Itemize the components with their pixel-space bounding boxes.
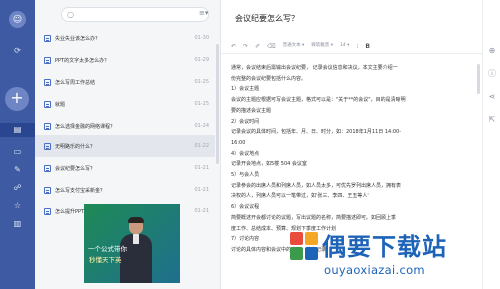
trash-icon[interactable]: ▥ <box>0 217 35 231</box>
note-title: 会议纪要怎么写？ <box>55 165 96 172</box>
tag-icon[interactable]: ✎ <box>0 163 35 177</box>
watermark-url: ouyaoxiazai.com <box>324 263 425 277</box>
note-icon <box>44 186 51 194</box>
body-line: 通常，会议结束后需输出会议纪要， 记录会议信息和决议，本文主要介绍一 <box>231 65 398 71</box>
body-line: 要的描述会议主题 <box>231 107 272 114</box>
font-size-select[interactable]: 14 ▾ <box>340 44 349 49</box>
note-date: 01-25 <box>194 101 209 107</box>
watermark-logo <box>290 232 318 260</box>
note-date: 01-21 <box>194 208 209 214</box>
note-title: 怎么写支付宝采新金？ <box>55 187 106 194</box>
note-title: 失业失业该怎么办？ <box>55 35 101 42</box>
attachment-icon[interactable]: ⊕ <box>483 47 500 55</box>
add-note-button[interactable]: + <box>5 87 29 111</box>
editor-scrollbar[interactable] <box>477 64 480 94</box>
watermark-brand: 偶要下载站 <box>322 233 447 261</box>
note-date: 01-30 <box>194 35 209 41</box>
info-icon[interactable]: ⓘ <box>483 70 500 78</box>
note-icon <box>44 56 51 64</box>
list-item[interactable]: 怎么写支付宝采新金？ 01-21 <box>35 179 215 201</box>
note-date: 01-24 <box>194 123 209 129</box>
body-line: 1）会议主题 <box>231 86 260 93</box>
search-icon: ○ <box>67 10 74 19</box>
avatar[interactable]: ☺ <box>9 11 26 28</box>
ad-banner[interactable]: 一个公式带你 秒懂天下英 <box>84 204 180 283</box>
body-line: 简要概述开会都讨论的议题，写出议题的名称，简要描述即可。如回顾上季 <box>231 214 397 221</box>
body-line: 5）与会人员 <box>231 172 260 179</box>
search-input[interactable]: ○ <box>61 7 209 22</box>
share-icon[interactable]: ⋖ <box>483 93 500 101</box>
body-line: 记录开会地点，如5楼 504 会议室 <box>231 161 307 168</box>
sync-icon[interactable]: ⟳ <box>0 44 35 58</box>
site-watermark: 偶要下载站 ouyaoxiazai.com <box>290 227 500 289</box>
body-line: 6）会议议程 <box>231 204 260 211</box>
note-icon <box>44 100 51 108</box>
list-item[interactable]: 就题 01-25 <box>35 93 215 115</box>
bold-button[interactable]: B <box>365 43 370 50</box>
body-line: 会议的主题应根据可写会议主题，格式可以是："关于**的会议"，目的是清晰明 <box>231 97 406 104</box>
body-line: 2）会议时间 <box>231 118 260 125</box>
editor-toolbar: ↶ ↷ ✐ ⌫ 普通文本 ▾ 微软雅黑 ▾ 14 ▾ ⁝ B <box>221 40 482 54</box>
share-icon[interactable]: ☍ <box>0 181 35 195</box>
note-date: 01-21 <box>194 187 209 193</box>
body-line: 16:00 <box>231 139 246 146</box>
note-icon <box>44 142 51 150</box>
note-icon <box>44 164 51 172</box>
font-family-select[interactable]: 微软雅黑 ▾ <box>311 44 333 49</box>
notes-icon[interactable]: ▤ <box>0 123 35 137</box>
body-line: 决权的人，列席人员可以一笔带过，如'张三、李四、王五等人' <box>231 193 369 200</box>
format-brush-icon[interactable]: ✐ <box>255 43 260 50</box>
body-line: 记录参会的出席人员和列席人员，如人员太多，可优先罗列出席人员，拥有表 <box>231 182 402 189</box>
left-rail: ☺ ⟳ + ▤ ▭ ✎ ☍ ☆ ▥ <box>0 0 35 289</box>
star-icon[interactable]: ☆ <box>0 199 35 213</box>
clear-format-icon[interactable]: ⌫ <box>267 43 275 50</box>
note-title: PPT的文字太多怎么办？ <box>55 57 110 64</box>
list-item[interactable]: 会议纪要怎么写？ 01-21 <box>35 157 215 179</box>
note-icon <box>44 207 51 215</box>
redo-icon[interactable]: ↷ <box>243 43 248 50</box>
list-item[interactable]: 怎么写周工作总结 01-25 <box>35 71 215 93</box>
list-item[interactable]: 怎么选择金融的网络课程？ 01-24 <box>35 115 215 137</box>
body-line: 记录会议的具体时间，包括年、月、日、时分，如：2018年1月11日 14:00- <box>231 129 402 136</box>
body-line: 4）会议地点 <box>231 150 260 157</box>
note-date: 01-25 <box>194 79 209 85</box>
sort-menu-icon[interactable]: ≡▾ <box>199 9 217 19</box>
list-item-selected[interactable]: 无明路乐的什么？ 01-22 <box>35 135 215 157</box>
note-icon <box>44 78 51 86</box>
undo-icon[interactable]: ↶ <box>231 43 236 50</box>
note-title: 怎么选择金融的网络课程？ <box>55 123 116 130</box>
note-title: 无明路乐的什么？ <box>55 143 96 150</box>
note-title: 怎么写周工作总结 <box>55 79 96 86</box>
list-item[interactable]: 失业失业该怎么办？ 01-30 <box>35 27 215 49</box>
folder-icon[interactable]: ▭ <box>0 145 35 159</box>
note-title-heading[interactable]: 会议纪要怎么写？ <box>235 13 299 24</box>
body-line: 份完整的会议纪要包括什么内容。 <box>231 75 307 82</box>
note-title: 就题 <box>55 101 66 108</box>
ad-caption-line2: 秒懂天下英 <box>89 256 122 264</box>
note-date: 01-21 <box>194 165 209 171</box>
note-date: 01-22 <box>194 143 209 149</box>
ad-caption-line1: 一个公式带你 <box>88 245 127 253</box>
export-icon[interactable]: ⇱ <box>483 116 500 124</box>
list-scrollbar[interactable] <box>216 44 219 164</box>
note-icon <box>44 34 51 42</box>
more-icon[interactable]: ⁝ <box>356 43 358 50</box>
paragraph-style-select[interactable]: 普通文本 ▾ <box>283 44 305 49</box>
note-icon <box>44 122 51 130</box>
note-date: 01-29 <box>194 57 209 63</box>
list-item[interactable]: PPT的文字太多怎么办？ 01-29 <box>35 49 215 71</box>
